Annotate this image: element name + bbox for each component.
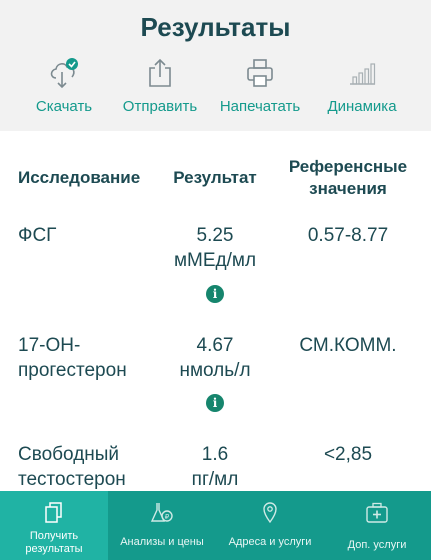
tab-addresses-services-label: Адреса и услуги: [228, 536, 312, 548]
send-label: Отправить: [122, 98, 198, 115]
header-reference-line1: Референсные: [288, 157, 408, 176]
table-row-name: ФСГ: [18, 223, 158, 248]
table-row-name: 17-ОН- прогестерон: [18, 333, 148, 383]
tab-extra-services-label: Доп. услуги: [347, 539, 407, 551]
flask-icon: ₽: [149, 501, 175, 530]
header-test: Исследование: [18, 168, 141, 187]
info-icon[interactable]: i: [206, 394, 224, 412]
svg-text:₽: ₽: [165, 513, 170, 521]
result-value: 5.25: [196, 225, 234, 246]
table-row-result: 1.6 пг/мл: [140, 442, 290, 491]
dynamics-button[interactable]: Динамика: [308, 52, 416, 122]
header-reference-line2: значения: [309, 179, 387, 198]
table-row-result: 4.67 нмоль/л: [140, 333, 290, 383]
test-name-line1: ФСГ: [18, 225, 57, 246]
tab-addresses-services[interactable]: Адреса и услуги: [216, 491, 324, 560]
page-title: Результаты: [140, 12, 291, 42]
table-row-result: 5.25 мМЕд/мл: [140, 223, 290, 273]
tab-extra-services[interactable]: Доп. услуги: [323, 491, 431, 560]
header-result: Результат: [173, 168, 257, 187]
tab-get-results-label: Получить результаты: [25, 530, 83, 555]
test-name-line1: Свободный: [18, 444, 120, 465]
print-label: Напечатать: [219, 98, 301, 115]
header-reference: Референсные значения: [282, 156, 414, 200]
result-value: 4.67: [196, 335, 234, 356]
reference-value: <2,85: [323, 444, 373, 465]
cloud-download-icon: [47, 56, 81, 95]
reference-value: 0.57-8.77: [307, 225, 389, 246]
result-unit: мМЕд/мл: [173, 250, 257, 271]
download-button[interactable]: Скачать: [10, 52, 118, 122]
bottom-nav: Получить результаты ₽ Анализы и цены Адр…: [0, 491, 431, 560]
send-button[interactable]: Отправить: [106, 52, 214, 122]
result-unit: нмоль/л: [179, 360, 251, 381]
action-toolbar: Скачать Отправить Напечатать Динамика: [0, 52, 431, 122]
results-table: Исследование Результат Референсные значе…: [0, 131, 431, 491]
header-bar: Результаты Скачать Отправить Напечатать …: [0, 0, 431, 131]
tab-get-results[interactable]: Получить результаты: [0, 491, 108, 560]
bar-chart-icon: [347, 56, 377, 95]
result-unit: пг/мл: [191, 469, 239, 490]
reference-value: СМ.КОММ.: [299, 335, 397, 356]
info-icon[interactable]: i: [206, 285, 224, 303]
share-upload-icon: [145, 56, 175, 95]
tab-tests-prices[interactable]: ₽ Анализы и цены: [108, 491, 216, 560]
result-value: 1.6: [201, 444, 229, 465]
dynamics-label: Динамика: [327, 98, 397, 115]
table-row-name: Свободный тестостерон: [18, 442, 148, 491]
test-name-line1: 17-ОН-: [18, 335, 81, 356]
test-name-line2: тестостерон: [18, 469, 126, 490]
medical-kit-icon: [364, 501, 390, 530]
test-name-line2: прогестерон: [18, 360, 127, 381]
print-button[interactable]: Напечатать: [206, 52, 314, 122]
map-pin-icon: [260, 501, 280, 530]
tab-tests-prices-label: Анализы и цены: [120, 536, 204, 548]
download-label: Скачать: [35, 98, 93, 115]
printer-icon: [245, 56, 275, 95]
document-icon: [43, 501, 65, 530]
